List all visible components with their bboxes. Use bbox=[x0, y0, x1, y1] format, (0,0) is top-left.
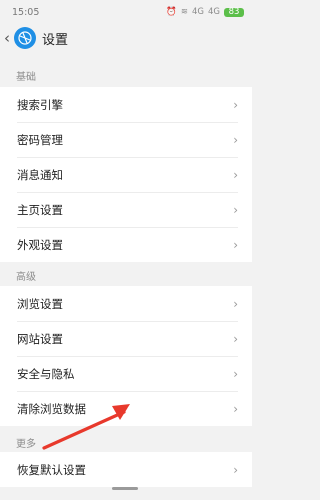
home-indicator[interactable] bbox=[112, 487, 138, 490]
annotation-arrow bbox=[42, 404, 130, 450]
